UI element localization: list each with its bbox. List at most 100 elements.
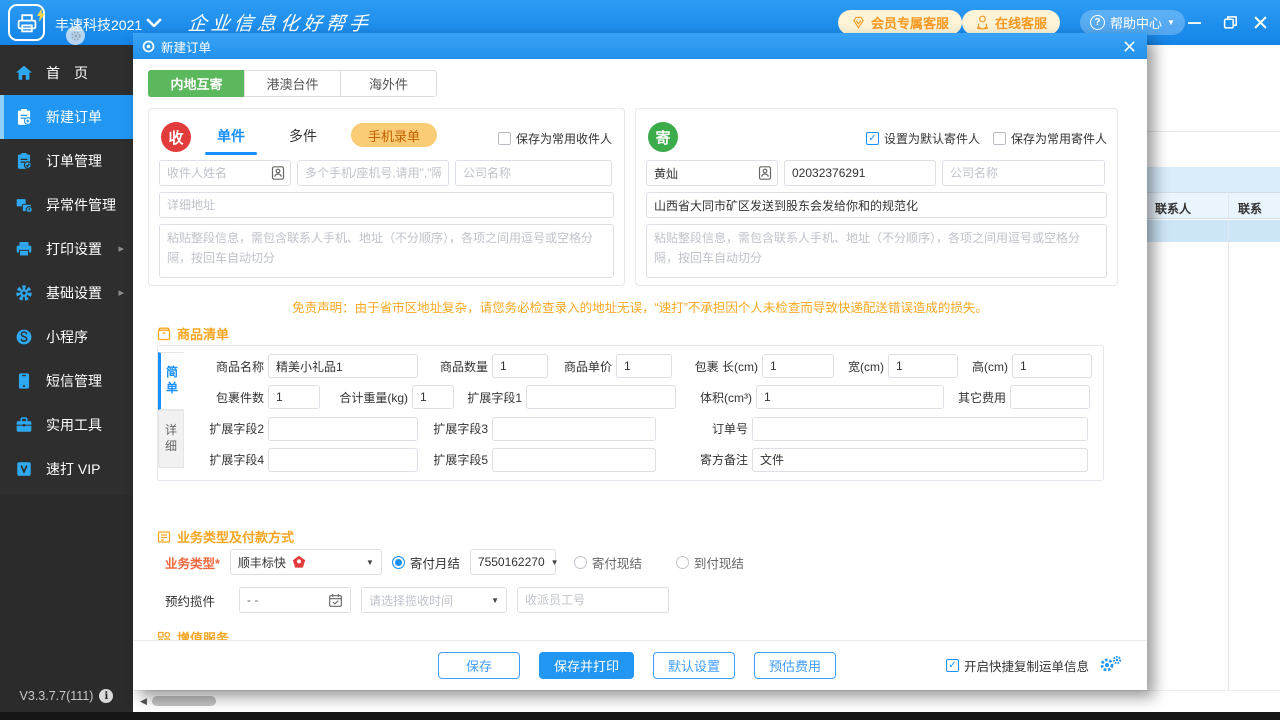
goods-sender-remark-input[interactable] [752,448,1088,472]
goods-weight-input[interactable] [412,385,454,409]
goods-length-input[interactable] [762,354,834,378]
business-type-row: 业务类型* 顺丰标快 ▼ 寄付月结 7550162270 ▼ 寄付现结 [165,548,744,576]
close-icon[interactable] [1120,37,1138,55]
sender-company-input[interactable] [942,160,1105,186]
pay-monthly-radio[interactable]: 寄付月结 [392,553,460,572]
tab-domestic[interactable]: 内地互寄 [148,70,245,97]
tab-single-item[interactable]: 单件 [217,126,245,155]
estimate-fee-button[interactable]: 预估费用 [754,652,836,679]
sidebar-item-tools[interactable]: 实用工具 [0,403,133,447]
restore-window-button[interactable] [1220,13,1240,31]
sidebar-item-sudavip[interactable]: 速打 VIP [0,447,133,491]
goods-ext4-input[interactable] [268,448,418,472]
tab-overseas[interactable]: 海外件 [340,70,437,97]
save-common-sender-checkbox[interactable]: 保存为常用寄件人 [993,130,1107,147]
sender-phone-input[interactable] [784,160,936,186]
goods-row-3: 扩展字段2 扩展字段3 订单号 [192,416,1095,442]
sf-express-badge-icon [292,555,306,569]
tab-multi-item[interactable]: 多件 [289,126,317,155]
gem-icon [851,15,866,30]
chevron-down-icon[interactable] [146,16,162,26]
vip-box-icon [15,460,33,478]
save-common-recipient-checkbox[interactable]: 保存为常用收件人 [498,130,612,147]
tab-detail-view[interactable]: 详细 [158,410,184,468]
goods-name-input[interactable] [268,354,418,378]
default-settings-button[interactable]: 默认设置 [653,652,735,679]
goods-form: 简单 详细 商品名称 商品数量 商品单价 包裹 长(cm) 宽(cm) [157,345,1104,481]
horizontal-scrollbar[interactable]: ◀ [133,690,1280,712]
radio-selected-icon [392,556,405,569]
save-button[interactable]: 保存 [438,652,520,679]
sender-address-input[interactable] [646,192,1107,218]
goods-ext2-input[interactable] [268,417,418,441]
clipboard-plus-icon [15,108,33,126]
minimize-button[interactable] [1184,13,1204,31]
vip-service-button[interactable]: 会员专属客服 [838,10,962,35]
sidebar-item-sms-management[interactable]: 短信管理 [0,359,133,403]
calendar-icon [328,593,343,608]
sidebar-item-basic-settings[interactable]: 基础设置 ▸ [0,271,133,315]
address-book-icon[interactable] [757,165,773,181]
goods-ext5-input[interactable] [492,448,656,472]
caret-down-icon: ▼ [366,558,374,567]
courier-id-input[interactable] [517,587,669,613]
scrollbar-thumb[interactable] [152,696,216,706]
sender-badge: 寄 [648,122,678,152]
goods-ext1-input[interactable] [526,385,676,409]
checkbox-checked-icon [946,659,959,672]
sidebar: 首 页 新建订单 订单管理 异常件管理 打印设置 ▸ 基础设置 [0,45,133,712]
app-version: V3.3.7.7(111) i [0,689,133,703]
mobile-entry-button[interactable]: 手机录单 [351,123,437,147]
goods-width-input[interactable] [888,354,958,378]
goods-other-fee-input[interactable] [1010,385,1090,409]
close-window-button[interactable] [1250,13,1270,31]
online-service-button[interactable]: 在线客服 [962,10,1060,35]
sidebar-item-home[interactable]: 首 页 [0,51,133,95]
home-icon [15,64,33,82]
recipient-address-input[interactable] [159,192,614,218]
sidebar-item-new-order[interactable]: 新建订单 [0,95,133,139]
recipient-mode-tabs: 单件 多件 [217,126,317,155]
settings-gears-icon[interactable] [1099,655,1123,677]
info-icon[interactable]: i [99,689,113,703]
column-divider [1228,192,1229,690]
recipient-phone-input[interactable] [297,160,449,186]
goods-pkg-count-input[interactable] [268,385,320,409]
pay-arrival-cash-radio[interactable]: 到付现结 [676,553,744,572]
monthly-account-select[interactable]: 7550162270 ▼ [470,549,556,575]
sidebar-item-exception-management[interactable]: 异常件管理 [0,183,133,227]
pay-sender-cash-radio[interactable]: 寄付现结 [574,553,642,572]
disclaimer-text: 免责声明：由于省市区地址复杂，请您务必检查录入的地址无误，“速打”不承担因个人未… [133,297,1147,316]
recipient-company-input[interactable] [455,160,612,186]
goods-ext3-input[interactable] [492,417,656,441]
business-type-select[interactable]: 顺丰标快 ▼ [230,549,382,575]
save-and-print-button[interactable]: 保存并打印 [539,652,634,679]
tab-hk-macau-taiwan[interactable]: 港澳台件 [244,70,341,97]
new-order-dialog: 新建订单 内地互寄 港澳台件 海外件 收 单件 多件 手机录单 保存为常用 [133,33,1147,690]
caret-down-icon: ▼ [491,596,499,605]
sender-paste-textarea[interactable] [646,224,1107,278]
scroll-left-icon[interactable]: ◀ [140,696,147,707]
goods-volume-input[interactable] [756,385,944,409]
pickup-time-select[interactable]: 请选择揽收时间 ▼ [361,587,507,613]
sidebar-item-order-management[interactable]: 订单管理 [0,139,133,183]
goods-qty-input[interactable] [492,354,548,378]
business-section-header: 业务类型及付款方式 [157,527,294,546]
goods-order-no-input[interactable] [752,417,1088,441]
assistant-bubble-icon[interactable] [66,26,85,45]
submenu-arrow-icon: ▸ [118,242,124,255]
tab-simple-view[interactable]: 简单 [158,352,184,410]
quick-copy-checkbox[interactable]: 开启快捷复制运单信息 [946,656,1089,675]
column-header-contact2: 联系 [1238,200,1262,217]
help-center-button[interactable]: ? 帮助中心 ▼ [1080,10,1185,35]
sidebar-item-print-settings[interactable]: 打印设置 ▸ [0,227,133,271]
pickup-date-picker[interactable]: - - [239,587,351,613]
sidebar-item-mini-program[interactable]: 小程序 [0,315,133,359]
goods-price-input[interactable] [616,354,672,378]
recipient-paste-textarea[interactable] [159,224,614,278]
set-default-sender-checkbox[interactable]: 设置为默认寄件人 [866,130,980,147]
address-book-icon[interactable] [270,165,286,181]
goods-height-input[interactable] [1012,354,1092,378]
column-header-contact: 联系人 [1155,200,1191,217]
goods-row-1: 商品名称 商品数量 商品单价 包裹 长(cm) 宽(cm) 高(cm) [192,353,1095,379]
